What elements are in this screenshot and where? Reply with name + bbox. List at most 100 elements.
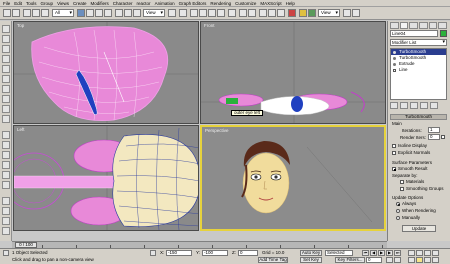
smooth-result-checkbox[interactable]: [392, 167, 396, 171]
menu-help[interactable]: Help: [286, 1, 295, 6]
menu-modifiers[interactable]: Modifiers: [91, 1, 109, 6]
previous-frame-icon[interactable]: ◀: [370, 250, 377, 256]
lightbulb-icon[interactable]: [393, 56, 396, 60]
stack-item-line[interactable]: Line: [391, 67, 446, 73]
menu-create[interactable]: Create: [73, 1, 87, 6]
undo-icon[interactable]: [3, 9, 11, 17]
arc-rotate-icon[interactable]: [424, 257, 431, 263]
viewport-top[interactable]: Top: [13, 21, 199, 124]
menu-reactor[interactable]: reactor: [137, 1, 151, 6]
select-manipulate-icon[interactable]: [179, 9, 187, 17]
tool-icon-1[interactable]: [2, 25, 10, 33]
unlink-icon[interactable]: [32, 9, 40, 17]
always-radio[interactable]: [396, 202, 400, 206]
spinner-snap-icon[interactable]: [217, 9, 225, 17]
tool-icon-15[interactable]: [2, 171, 10, 179]
select-link-icon[interactable]: [23, 9, 31, 17]
configure-modifier-sets-icon[interactable]: [430, 102, 438, 109]
current-frame-field[interactable]: 0: [366, 257, 382, 263]
modify-tab-icon[interactable]: [399, 22, 409, 29]
viewport-label-front[interactable]: Front: [204, 23, 215, 28]
manually-radio[interactable]: [396, 216, 400, 220]
rectangular-selection-icon[interactable]: [95, 9, 103, 17]
render-iters-spinner[interactable]: 0: [428, 134, 440, 140]
create-tab-icon[interactable]: [390, 22, 399, 29]
menu-file[interactable]: File: [3, 1, 10, 6]
field-of-view-icon[interactable]: [408, 257, 415, 263]
zoom-extents-all-icon[interactable]: [432, 250, 439, 256]
menu-edit[interactable]: Edit: [14, 1, 22, 6]
make-unique-icon[interactable]: [410, 102, 418, 109]
quick-render-icon[interactable]: [308, 9, 316, 17]
play-icon[interactable]: ▶: [378, 250, 385, 256]
motion-tab-icon[interactable]: [419, 22, 428, 29]
viewport-label-left[interactable]: Left: [17, 127, 25, 132]
viewport-perspective[interactable]: Perspective: [200, 125, 386, 231]
maximize-viewport-icon[interactable]: [432, 257, 439, 263]
tool-icon-16[interactable]: [2, 181, 10, 189]
tool-icon-6[interactable]: [2, 75, 10, 83]
viewport-front[interactable]: Front outer eye left: [200, 21, 386, 124]
lock-selection-icon[interactable]: [150, 250, 156, 256]
curve-editor-icon[interactable]: [268, 9, 276, 17]
tool-icon-14[interactable]: [2, 161, 10, 169]
key-mode-toggle-icon[interactable]: [386, 257, 393, 263]
render-iters-checkbox[interactable]: [441, 135, 445, 139]
percent-snap-icon[interactable]: [208, 9, 216, 17]
go-to-start-icon[interactable]: ⏮: [362, 250, 369, 256]
utilities-tab-icon[interactable]: [438, 22, 448, 29]
move-icon[interactable]: [115, 9, 123, 17]
menu-animation[interactable]: Animation: [155, 1, 175, 6]
tool-icon-18[interactable]: [2, 207, 10, 215]
render-last-icon[interactable]: [343, 9, 351, 17]
explicit-normals-checkbox[interactable]: [392, 151, 396, 155]
key-filters-button[interactable]: Key Filters...: [335, 257, 365, 263]
select-by-name-icon[interactable]: [86, 9, 94, 17]
key-mode-dropdown[interactable]: Selected: [325, 250, 353, 256]
tool-icon-5[interactable]: [2, 65, 10, 73]
tool-icon-8[interactable]: [2, 95, 10, 103]
activeshade-icon[interactable]: [352, 9, 360, 17]
expand-plus-icon[interactable]: [393, 68, 396, 72]
align-icon[interactable]: [248, 9, 256, 17]
display-tab-icon[interactable]: [428, 22, 438, 29]
zoom-all-icon[interactable]: [416, 250, 423, 256]
zoom-extents-icon[interactable]: [424, 250, 431, 256]
viewport-left[interactable]: Left: [13, 125, 199, 231]
pivot-center-icon[interactable]: [168, 9, 176, 17]
render-type-dropdown[interactable]: View: [318, 9, 340, 17]
menu-maxscript[interactable]: MAXScript: [260, 1, 281, 6]
set-key-button[interactable]: Set Key: [300, 257, 322, 263]
remove-modifier-icon[interactable]: [420, 102, 428, 109]
menu-views[interactable]: Views: [57, 1, 69, 6]
iterations-spinner[interactable]: 1: [428, 127, 440, 133]
tool-icon-7[interactable]: [2, 85, 10, 93]
object-color-swatch[interactable]: [440, 30, 447, 37]
object-name-field[interactable]: Line04: [390, 30, 438, 37]
tool-icon-10[interactable]: [2, 115, 10, 123]
layer-manager-icon[interactable]: [259, 9, 267, 17]
rotate-icon[interactable]: [124, 9, 132, 17]
pin-stack-icon[interactable]: [390, 102, 398, 109]
go-to-end-icon[interactable]: ⏭: [394, 250, 401, 256]
y-coord-field[interactable]: -100: [202, 250, 228, 256]
window-crossing-icon[interactable]: [104, 9, 112, 17]
selection-filter-dropdown[interactable]: All: [52, 9, 74, 17]
modifier-list-dropdown[interactable]: Modifier List: [390, 39, 447, 46]
zoom-icon[interactable]: [408, 250, 415, 256]
tool-icon-12[interactable]: [2, 141, 10, 149]
menu-rendering[interactable]: Rendering: [210, 1, 231, 6]
tool-icon-20[interactable]: [2, 227, 10, 235]
isoline-display-checkbox[interactable]: [392, 144, 396, 148]
menu-tools[interactable]: Tools: [26, 1, 37, 6]
tool-icon-19[interactable]: [2, 217, 10, 225]
materials-checkbox[interactable]: [400, 180, 404, 184]
smoothing-groups-checkbox[interactable]: [400, 187, 404, 191]
render-scene-icon[interactable]: [299, 9, 307, 17]
tool-icon-13[interactable]: [2, 151, 10, 159]
auto-key-button[interactable]: Auto Key: [300, 250, 322, 256]
menu-graph-editors[interactable]: Graph Editors: [179, 1, 207, 6]
snaps-toggle-icon[interactable]: [190, 9, 198, 17]
bind-space-warp-icon[interactable]: [41, 9, 49, 17]
next-frame-icon[interactable]: ▶: [386, 250, 393, 256]
